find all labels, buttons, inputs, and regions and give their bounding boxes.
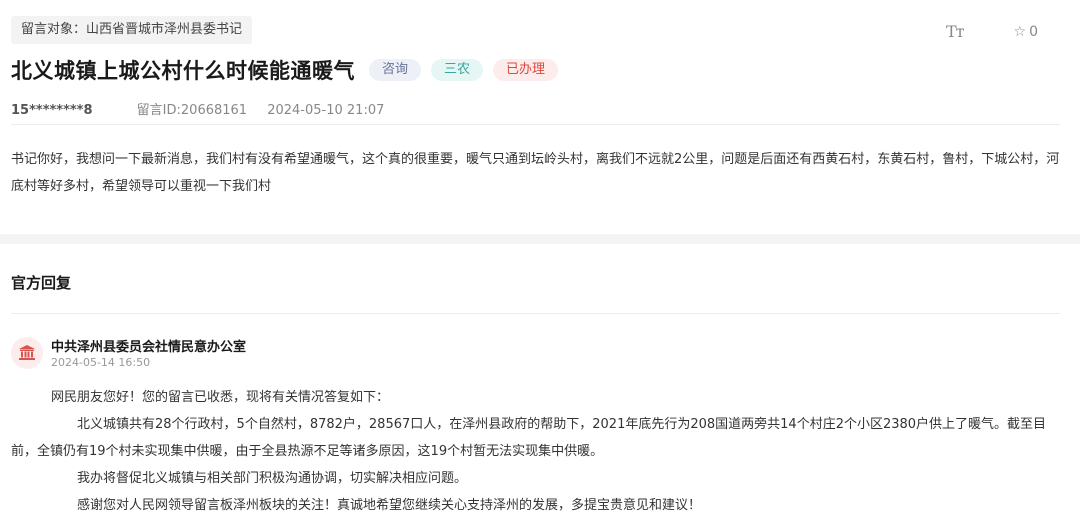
reply-time: 2024-05-14 16:50: [51, 356, 151, 369]
message-time: 2024-05-10 21:07: [267, 103, 385, 118]
tag-consult: 咨询: [369, 59, 422, 81]
divider: [11, 124, 1060, 125]
tag-sannong: 三农: [431, 59, 484, 81]
favorite-button[interactable]: ☆ 0: [1014, 24, 1038, 40]
star-outline-icon: ☆: [1013, 23, 1027, 40]
government-building-icon: [11, 337, 43, 369]
official-reply-heading: 官方回复: [11, 274, 72, 292]
message-content: 书记你好，我想问一下最新消息，我们村有没有希望通暖气，这个真的很重要，暖气只通到…: [11, 152, 1060, 194]
reply-paragraph: 北义城镇共有28个行政村，5个自然村，8782户，28567口人，在泽州县政府的…: [11, 417, 1047, 459]
reply-content: 网民朋友您好！您的留言已收悉，现将有关情况答复如下： 北义城镇共有28个行政村，…: [11, 384, 1066, 519]
title-row: 北义城镇上城公村什么时候能通暖气 咨询 三农 已办理: [11, 55, 559, 85]
reply-paragraph: 网民朋友您好！您的留言已收悉，现将有关情况答复如下：: [51, 390, 390, 405]
favorite-count: 0: [1029, 23, 1038, 40]
toolbar: Tт ☆ 0: [946, 22, 1038, 41]
reply-paragraph: 我办将督促北义城镇与相关部门积极沟通协调，切实解决相应问题。: [77, 471, 468, 486]
reply-office-name: 中共泽州县委员会社情民意办公室: [51, 340, 247, 355]
font-size-toggle-icon[interactable]: Tт: [946, 22, 965, 41]
message-id: 留言ID:20668161: [136, 103, 248, 118]
message-meta: 15********8 留言ID:20668161 2024-05-10 21:…: [11, 99, 384, 118]
divider: [11, 313, 1060, 314]
message-user: 15********8: [11, 103, 93, 118]
reply-paragraph: 感谢您对人民网领导留言板泽州板块的关注！真诚地希望您继续关心支持泽州的发展，多提…: [77, 498, 702, 513]
message-target-tag: 留言对象：山西省晋城市泽州县委书记: [11, 16, 253, 44]
message-title: 北义城镇上城公村什么时候能通暖气: [11, 59, 355, 83]
tag-status-done: 已办理: [493, 59, 559, 81]
section-separator: [0, 234, 1080, 244]
